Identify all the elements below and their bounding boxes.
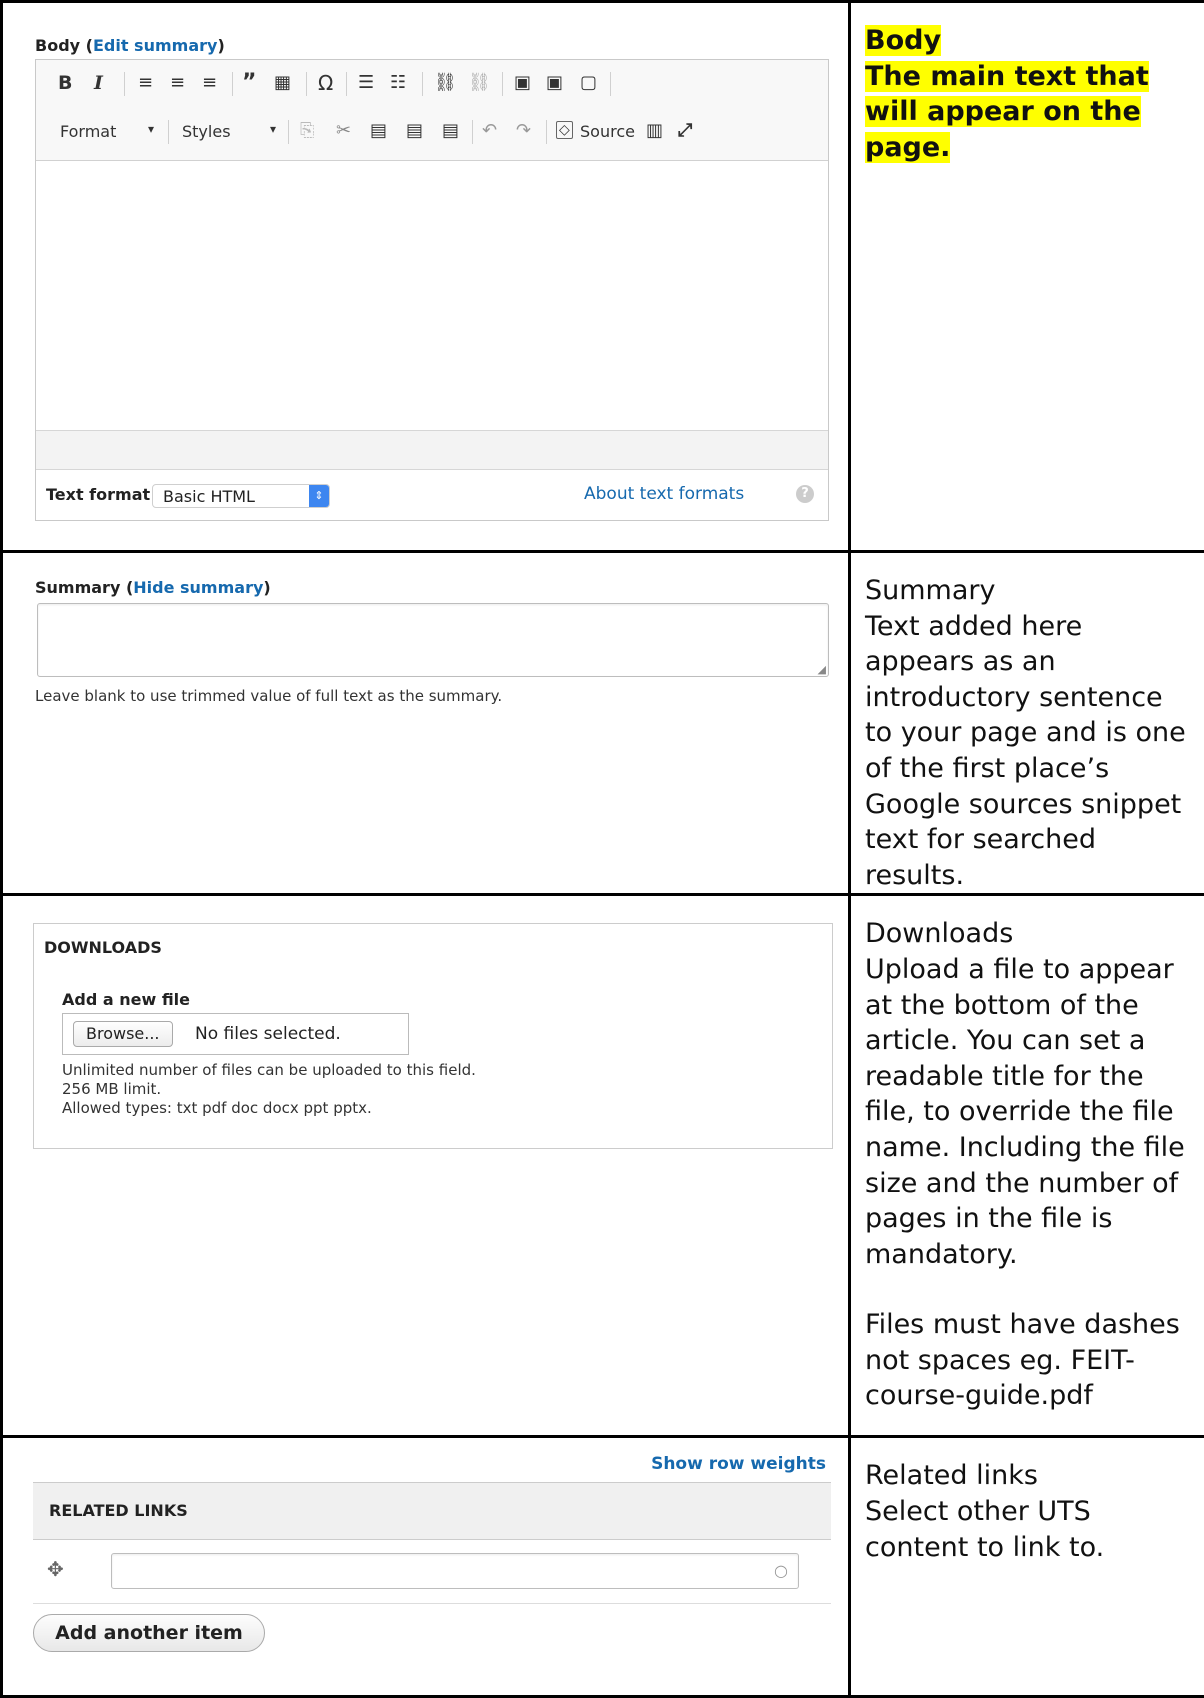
no-files-text: No files selected. [195, 1024, 341, 1044]
browse-button[interactable]: Browse... [73, 1021, 173, 1047]
summary-help-text: Leave blank to use trimmed value of full… [35, 687, 502, 705]
unlink-icon[interactable]: ⛓ [468, 72, 491, 93]
autocomplete-throbber-icon: ○ [774, 1561, 788, 1580]
related-link-row: ✥ ○ [33, 1539, 831, 1604]
downloads-note-text2: Files must have dashes not spaces eg. FE… [865, 1307, 1192, 1414]
add-another-item-button[interactable]: Add another item [33, 1614, 265, 1652]
related-links-note-text: Select other UTS content to link to. [865, 1494, 1192, 1565]
edit-summary-link[interactable]: Edit summary [93, 36, 217, 55]
ckeditor: B I ≡ ≡ ≡ ” ▦ Ω ☰ ☷ ⛓ ⛓ [35, 59, 829, 521]
related-links-field-cell: Show row weights RELATED LINKS ✥ ○ Add a… [2, 1437, 850, 1697]
downloads-help-line1: Unlimited number of files can be uploade… [62, 1061, 476, 1079]
related-links-note-cell: Related links Select other UTS content t… [850, 1437, 1204, 1697]
summary-note-cell: Summary Text added here appears as an in… [850, 552, 1204, 895]
summary-label: Summary [35, 578, 120, 597]
editor-path-bar [36, 430, 828, 470]
downloads-help-line3: Allowed types: txt pdf doc docx ppt pptx… [62, 1099, 372, 1117]
about-text-formats-link[interactable]: About text formats [584, 484, 744, 504]
toolbar-separator [472, 120, 473, 144]
cut-icon[interactable]: ✂ [336, 120, 351, 141]
image-gallery-icon[interactable]: ▣ [546, 72, 563, 93]
table-icon[interactable]: ▦ [274, 72, 291, 93]
maximize-icon[interactable]: ⤢ [678, 120, 692, 141]
text-format-label: Text format [46, 485, 150, 504]
body-field-cell: Body (Edit summary) B I ≡ ≡ ≡ ” ▦ Ω [2, 2, 850, 552]
bold-button[interactable]: B [58, 72, 72, 94]
show-blocks-icon[interactable]: ▥ [646, 120, 663, 141]
toolbar-separator [546, 120, 547, 144]
format-dropdown[interactable]: Format [60, 122, 116, 141]
body-note-title: Body [865, 25, 941, 56]
source-icon: ◇ [556, 121, 573, 139]
select-arrows-icon: ⇕ [309, 485, 329, 507]
paste-icon[interactable]: ▤ [370, 120, 387, 141]
show-row-weights-link[interactable]: Show row weights [651, 1454, 826, 1474]
downloads-field-cell: DOWNLOADS Add a new file Browse... No fi… [2, 895, 850, 1437]
summary-field-cell: Summary (Hide summary) ◢ Leave blank to … [2, 552, 850, 895]
toolbar-separator [168, 120, 169, 144]
toolbar-separator [610, 72, 611, 96]
related-links-title: RELATED LINKS [49, 1501, 188, 1520]
special-character-icon[interactable]: Ω [318, 71, 333, 95]
summary-textarea[interactable]: ◢ [37, 603, 829, 677]
downloads-fieldset: DOWNLOADS Add a new file Browse... No fi… [33, 923, 833, 1149]
align-right-icon[interactable]: ≡ [202, 72, 217, 93]
summary-label-row: Summary (Hide summary) [35, 578, 271, 597]
redo-icon[interactable]: ↷ [516, 120, 531, 141]
align-left-icon[interactable]: ≡ [138, 72, 153, 93]
styles-dropdown[interactable]: Styles [182, 122, 231, 141]
downloads-legend: DOWNLOADS [44, 938, 162, 957]
body-label-row: Body (Edit summary) [35, 36, 225, 55]
toolbar-separator [502, 72, 503, 96]
hide-summary-link[interactable]: Hide summary [133, 578, 263, 597]
blockquote-icon[interactable]: ” [242, 70, 256, 95]
toolbar-separator [346, 72, 347, 96]
downloads-note-text: Upload a file to appear at the bottom of… [865, 952, 1192, 1272]
related-link-autocomplete-input[interactable]: ○ [111, 1553, 799, 1589]
resize-handle-icon[interactable]: ◢ [818, 663, 826, 676]
toolbar-separator [288, 120, 289, 144]
summary-note-text: Text added here appears as an introducto… [865, 609, 1192, 894]
paste-text-icon[interactable]: ▤ [406, 120, 423, 141]
related-links-header: RELATED LINKS [33, 1482, 831, 1540]
drag-handle-icon[interactable]: ✥ [47, 1557, 64, 1581]
downloads-note-spacer [865, 1272, 1192, 1307]
text-format-value: Basic HTML [163, 487, 255, 506]
paste-word-icon[interactable]: ▤ [442, 120, 459, 141]
bulleted-list-icon[interactable]: ☰ [358, 72, 374, 93]
undo-icon[interactable]: ↶ [482, 120, 497, 141]
downloads-note-title: Downloads [865, 916, 1192, 952]
toolbar-separator [232, 72, 233, 96]
italic-button[interactable]: I [94, 72, 103, 94]
editor-toolbar: B I ≡ ≡ ≡ ” ▦ Ω ☰ ☷ ⛓ ⛓ [36, 60, 828, 161]
help-icon[interactable]: ? [796, 485, 814, 503]
body-note-text: The main text that will appear on the pa… [865, 61, 1149, 163]
link-icon[interactable]: ⛓ [434, 72, 457, 93]
toolbar-separator [124, 72, 125, 96]
align-center-icon[interactable]: ≡ [170, 72, 185, 93]
add-file-label: Add a new file [62, 990, 190, 1009]
editor-content-area[interactable] [36, 161, 828, 429]
source-button[interactable]: Source [580, 122, 635, 141]
body-note-cell: Body The main text that will appear on t… [850, 2, 1204, 552]
chevron-down-icon: ▾ [270, 122, 276, 136]
body-label: Body [35, 36, 80, 55]
downloads-note-cell: Downloads Upload a file to appear at the… [850, 895, 1204, 1437]
text-format-select[interactable]: Basic HTML ⇕ [152, 484, 330, 508]
copy-icon[interactable]: ⎘ [300, 120, 314, 141]
chevron-down-icon: ▾ [148, 122, 154, 136]
file-input: Browse... No files selected. [62, 1013, 409, 1055]
toolbar-separator [422, 72, 423, 96]
downloads-help-line2: 256 MB limit. [62, 1080, 161, 1098]
embed-icon[interactable]: ▢ [580, 72, 597, 93]
text-format-bar: Text format Basic HTML ⇕ About text form… [36, 470, 828, 520]
summary-note-title: Summary [865, 573, 1192, 609]
toolbar-separator [306, 72, 307, 96]
numbered-list-icon[interactable]: ☷ [390, 72, 406, 93]
image-icon[interactable]: ▣ [514, 72, 531, 93]
related-links-note-title: Related links [865, 1458, 1192, 1494]
